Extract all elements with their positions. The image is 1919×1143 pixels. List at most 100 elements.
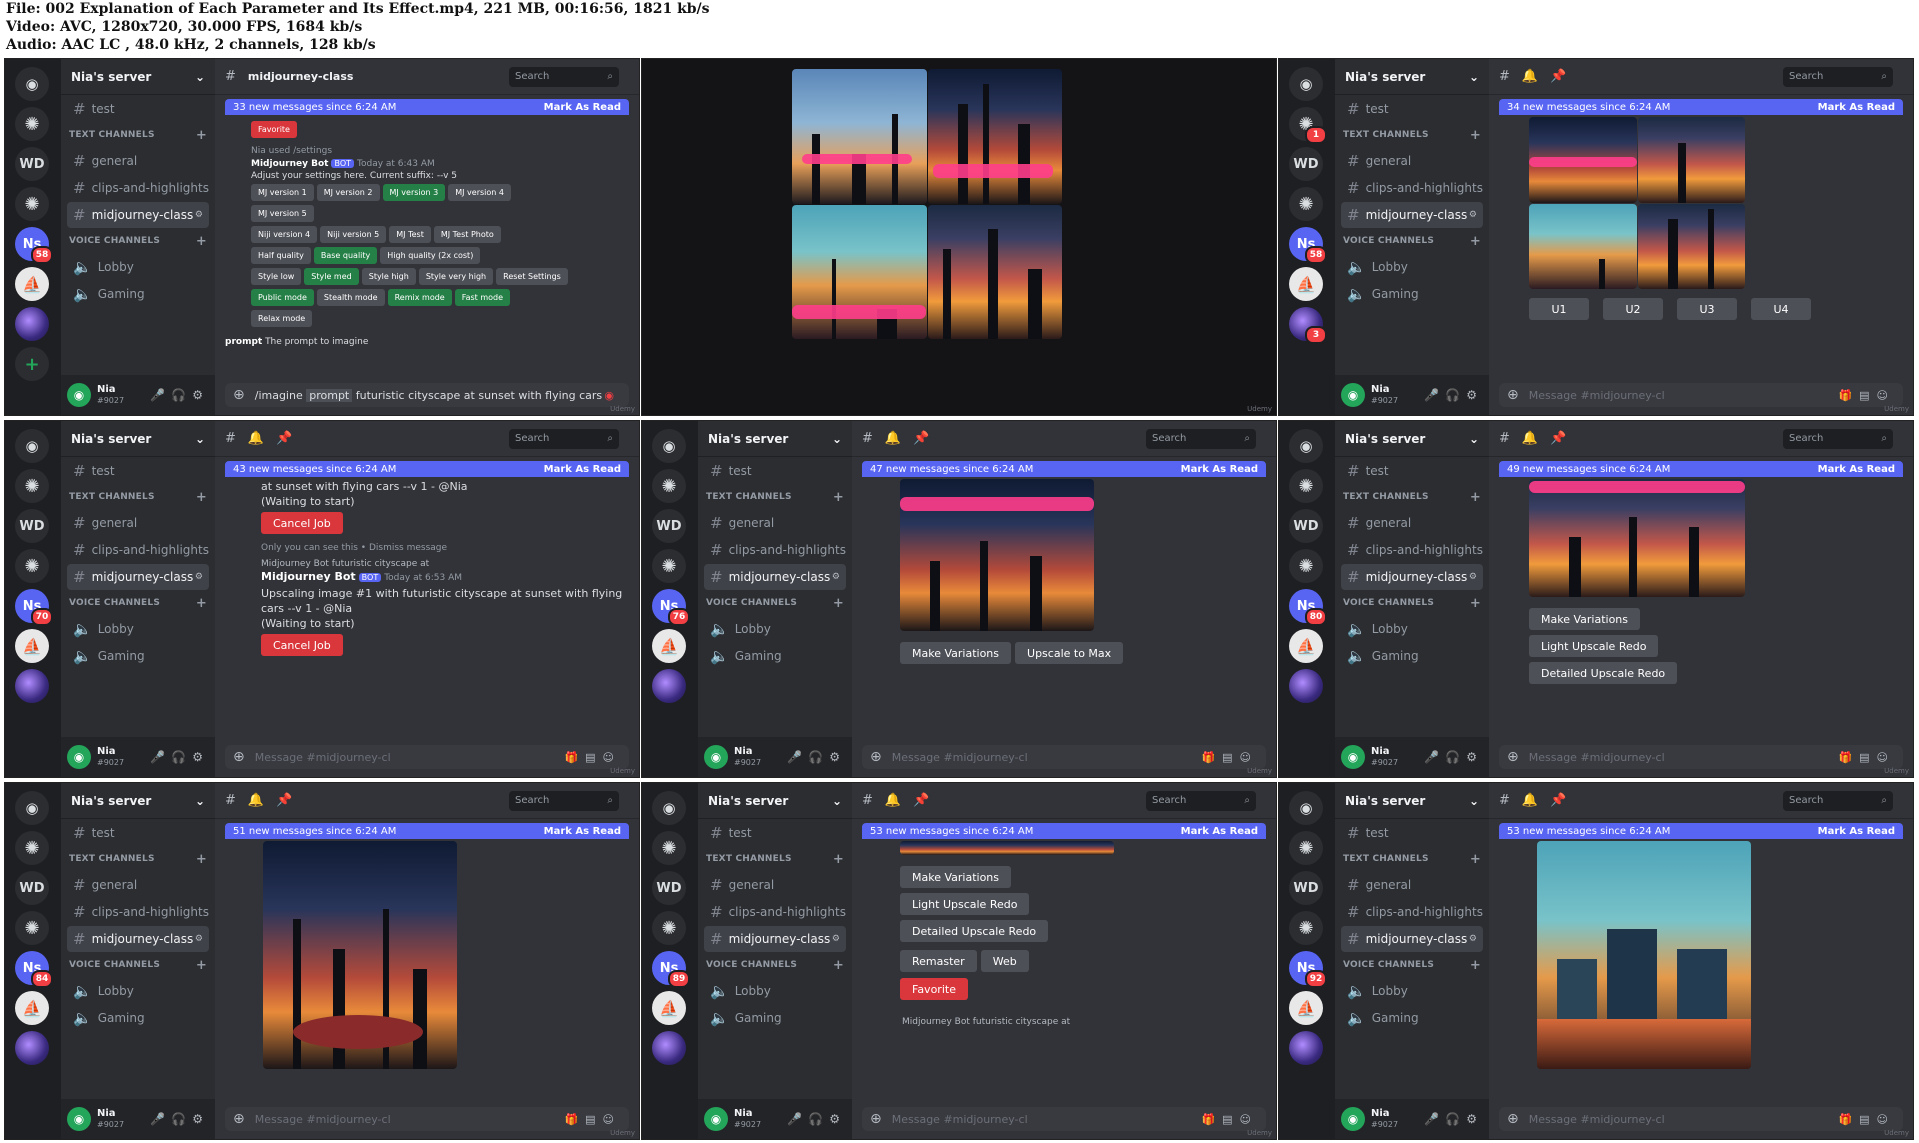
avatar[interactable]: ◉ (67, 383, 91, 407)
search-input[interactable]: Search ⌕ (1783, 66, 1893, 87)
public-mode-button[interactable]: Public mode (251, 289, 314, 306)
base-quality-button[interactable]: Base quality (313, 247, 378, 264)
wd-server-icon[interactable]: WD (15, 147, 49, 181)
generated-image-grid[interactable] (1529, 117, 1745, 289)
channel-lobby[interactable]: 🔈 Lobby (1341, 254, 1483, 280)
upscale-u1-button[interactable]: U1 (1529, 298, 1589, 320)
make-variations-button[interactable]: Make Variations (900, 866, 1012, 888)
text-channels-category[interactable]: TEXT CHANNELS + (1335, 123, 1489, 147)
channel-gaming[interactable]: 🔈 Gaming (67, 281, 209, 307)
upscaled-image[interactable] (900, 479, 1094, 631)
upscale-u3-button[interactable]: U3 (1677, 298, 1737, 320)
mj-version-3-button[interactable]: MJ version 3 (382, 184, 446, 201)
channel-settings-icon[interactable]: ⚙ (195, 210, 203, 220)
plus-icon[interactable]: + (196, 234, 207, 249)
niji-version-4-button[interactable]: Niji version 4 (251, 226, 318, 243)
discord-home-icon[interactable]: ◉ (15, 67, 49, 101)
generated-image-4[interactable] (927, 204, 1062, 339)
openai-server-2-icon[interactable]: ✺ (1289, 187, 1323, 221)
mic-headset-gear-icons[interactable]: 🎤🎧⚙ (150, 388, 209, 402)
upscale-u4-button[interactable]: U4 (1751, 298, 1811, 320)
openai-server-2-icon[interactable]: ✺ (15, 187, 49, 221)
upscale-u2-button[interactable]: U2 (1603, 298, 1663, 320)
voice-channels-category[interactable]: VOICE CHANNELS + (1335, 229, 1489, 253)
mj-version-4-button[interactable]: MJ version 4 (448, 184, 511, 201)
generated-image-1[interactable] (792, 69, 927, 204)
remastered-image[interactable] (1537, 841, 1751, 1069)
channel-clips[interactable]: # clips-and-highlights (67, 175, 209, 201)
mj-version-2-button[interactable]: MJ version 2 (316, 184, 380, 201)
upscaled-image[interactable] (1529, 479, 1745, 597)
new-messages-banner[interactable]: 33 new messages since 6:24 AM Mark As Rea… (225, 99, 629, 115)
upscaled-image[interactable] (263, 841, 457, 1069)
ns-server-icon[interactable]: Ns 58 (1289, 227, 1327, 264)
light-upscale-redo-button[interactable]: Light Upscale Redo (900, 893, 1030, 915)
web-button[interactable]: Web (980, 950, 1029, 972)
generated-image-3[interactable] (792, 204, 927, 339)
discord-home-icon[interactable]: ◉ (1289, 67, 1323, 101)
niji-version-5-button[interactable]: Niji version 5 (320, 226, 387, 243)
remaster-button[interactable]: Remaster (900, 950, 977, 972)
server-header[interactable]: Nia's server ⌄ (1335, 59, 1489, 95)
cancel-job-button-2[interactable]: Cancel Job (261, 634, 343, 656)
mj-version-5-button[interactable]: MJ version 5 (251, 205, 314, 222)
search-input[interactable]: Search ⌕ (509, 428, 619, 449)
half-quality-button[interactable]: Half quality (251, 247, 311, 264)
record-icon[interactable]: ◉ (604, 389, 621, 402)
relax-mode-button[interactable]: Relax mode (251, 310, 313, 327)
channel-general[interactable]: # general (67, 148, 209, 174)
message-input[interactable]: ⊕/imagine prompt futuristic cityscape at… (225, 383, 629, 407)
avatar[interactable]: ◉ (67, 745, 91, 769)
high-quality-2x-cost-button[interactable]: High quality (2x cost) (380, 247, 481, 264)
light-upscale-redo-button[interactable]: Light Upscale Redo (1529, 635, 1659, 657)
galaxy-server-icon[interactable]: 3 (1289, 307, 1327, 344)
style-med-button[interactable]: Style med (304, 268, 359, 285)
avatar[interactable]: ◉ (1341, 383, 1365, 407)
sail-server-icon[interactable]: ⛵ (1289, 267, 1323, 301)
channel-lobby[interactable]: 🔈 Lobby (67, 254, 209, 280)
ns-server-icon[interactable]: Ns 58 (15, 227, 53, 264)
message-input[interactable]: ⊕ Message #midjourney-cl 🎁▤☺ (1499, 383, 1903, 407)
channel-gaming[interactable]: 🔈 Gaming (1341, 281, 1483, 307)
make-variations-button[interactable]: Make Variations (1529, 608, 1641, 630)
favorite-button[interactable]: Favorite (251, 121, 297, 138)
mj-test-photo-button[interactable]: MJ Test Photo (433, 226, 501, 243)
generated-image-grid[interactable] (792, 69, 1062, 339)
remix-mode-button[interactable]: Remix mode (387, 289, 452, 306)
favorite-button[interactable]: Favorite (900, 978, 968, 1000)
voice-channels-category[interactable]: VOICE CHANNELS + (61, 229, 215, 253)
make-variations-button[interactable]: Make Variations (900, 642, 1012, 664)
sail-server-icon[interactable]: ⛵ (15, 267, 49, 301)
detailed-upscale-redo-button[interactable]: Detailed Upscale Redo (1529, 662, 1678, 684)
upscale-to-max-button[interactable]: Upscale to Max (1015, 642, 1124, 664)
add-server-icon[interactable]: + (15, 347, 49, 381)
mj-version-1-button[interactable]: MJ version 1 (251, 184, 314, 201)
openai-server-icon[interactable]: ✺ 1 (1289, 107, 1327, 144)
new-messages-banner[interactable]: 34 new messages since 6:24 AM Mark As Rea… (1499, 99, 1903, 115)
style-high-button[interactable]: Style high (361, 268, 416, 285)
mj-test-button[interactable]: MJ Test (389, 226, 431, 243)
channel-test[interactable]: # test (1341, 96, 1483, 122)
stealth-mode-button[interactable]: Stealth mode (316, 289, 385, 306)
channel-test[interactable]: # test (67, 96, 209, 122)
galaxy-server-icon[interactable] (15, 307, 49, 341)
reset-settings-button[interactable]: Reset Settings (496, 268, 568, 285)
openai-server-icon[interactable]: ✺ (15, 107, 49, 141)
text-channels-category[interactable]: TEXT CHANNELS + (61, 123, 215, 147)
wd-server-icon[interactable]: WD (1289, 147, 1323, 181)
generated-image-2[interactable] (927, 69, 1062, 204)
fast-mode-button[interactable]: Fast mode (454, 289, 511, 306)
style-low-button[interactable]: Style low (251, 268, 302, 285)
channel-clips[interactable]: # clips-and-highlights (1341, 175, 1483, 201)
channel-general[interactable]: # general (1341, 148, 1483, 174)
search-input[interactable]: Search ⌕ (509, 66, 619, 87)
server-header[interactable]: Nia's server ⌄ (61, 59, 215, 95)
discord-home-icon[interactable]: ◉ (15, 429, 49, 463)
plus-icon[interactable]: ⊕ (233, 387, 245, 403)
plus-icon[interactable]: + (196, 128, 207, 143)
style-very-high-button[interactable]: Style very high (418, 268, 494, 285)
channel-midjourney[interactable]: # midjourney-class ⚙ (67, 202, 209, 228)
detailed-upscale-redo-button[interactable]: Detailed Upscale Redo (900, 920, 1049, 942)
channel-midjourney[interactable]: # midjourney-class ⚙ (1341, 202, 1483, 228)
cancel-job-button[interactable]: Cancel Job (261, 512, 343, 534)
